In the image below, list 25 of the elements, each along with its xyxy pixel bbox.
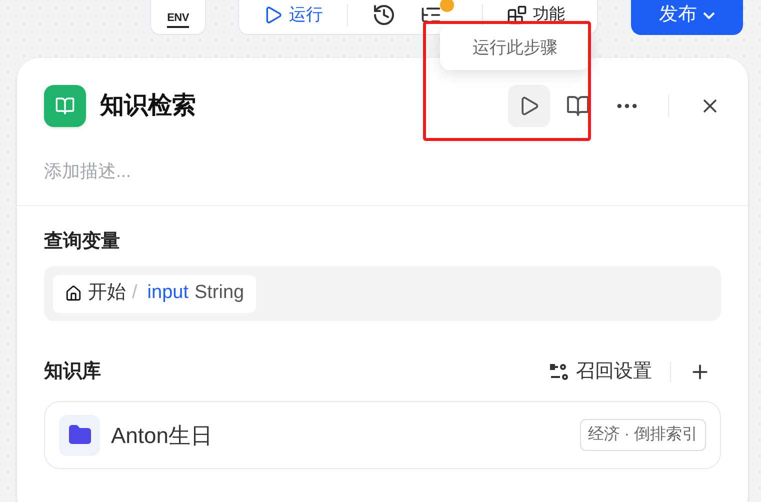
home-icon xyxy=(65,285,82,302)
publish-button[interactable]: 发布 xyxy=(631,0,743,35)
source-label: 开始 xyxy=(88,281,126,306)
run-step-button[interactable] xyxy=(508,85,550,127)
description-field[interactable]: 添加描述... xyxy=(44,158,544,185)
separator: / xyxy=(132,281,138,306)
book-icon xyxy=(44,85,86,127)
settings-icon xyxy=(550,363,568,381)
folder-icon xyxy=(59,414,100,456)
chevron-icon xyxy=(703,12,715,19)
variable-name: input xyxy=(147,281,188,306)
run-button[interactable]: 运行 xyxy=(263,2,323,28)
tooltip: 运行此步骤 xyxy=(440,25,590,70)
section-title: 查询变量 xyxy=(44,230,121,254)
knowledge-name: Anton生日 xyxy=(111,422,212,450)
book-icon[interactable] xyxy=(566,94,590,118)
knowledge-tag: 经济 · 倒排索引 xyxy=(580,419,706,451)
variable-chip[interactable]: 开始 / input String xyxy=(53,274,256,312)
history-icon[interactable] xyxy=(372,2,396,26)
variable-type: String xyxy=(194,281,244,306)
recall-settings-button[interactable]: 召回设置 xyxy=(550,358,652,386)
env-button[interactable]: ENV xyxy=(150,0,206,35)
section-title: 知识库 xyxy=(44,360,101,384)
node-title: 知识检索 xyxy=(100,91,196,121)
knowledge-item[interactable]: Anton生日 经济 · 倒排索引 xyxy=(44,401,721,469)
